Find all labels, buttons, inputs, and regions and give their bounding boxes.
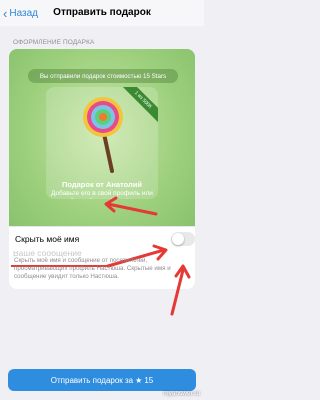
- hide-name-toggle[interactable]: [171, 232, 195, 246]
- section-header: ОФОРМЛЕНИЕ ПОДАРКА: [13, 39, 95, 46]
- hide-name-footnote: Скрыть моё имя и сообщение от посетителе…: [14, 257, 171, 280]
- annotation-arrow-left: [104, 196, 158, 216]
- send-amount: 15: [144, 375, 154, 385]
- sent-info-pill: Вы отправили подарок стоимостью 15 Stars: [28, 69, 178, 83]
- watermark: myanswer.ru: [163, 390, 200, 397]
- send-gift-button[interactable]: Отправить подарок за ★ 15: [8, 369, 196, 391]
- navigation-bar: ‹ Назад Отправить подарок: [0, 0, 204, 26]
- gift-preview: 1 из 500К Подарок от Анатолий Добавьте е…: [46, 87, 158, 199]
- lollipop-icon: [83, 97, 123, 173]
- hide-name-label: Скрыть моё имя: [15, 234, 80, 244]
- send-label: Отправить подарок за: [50, 375, 134, 385]
- star-icon: ★: [135, 375, 143, 385]
- page-title: Отправить подарок: [53, 7, 151, 18]
- gift-title: Подарок от Анатолий: [61, 180, 143, 189]
